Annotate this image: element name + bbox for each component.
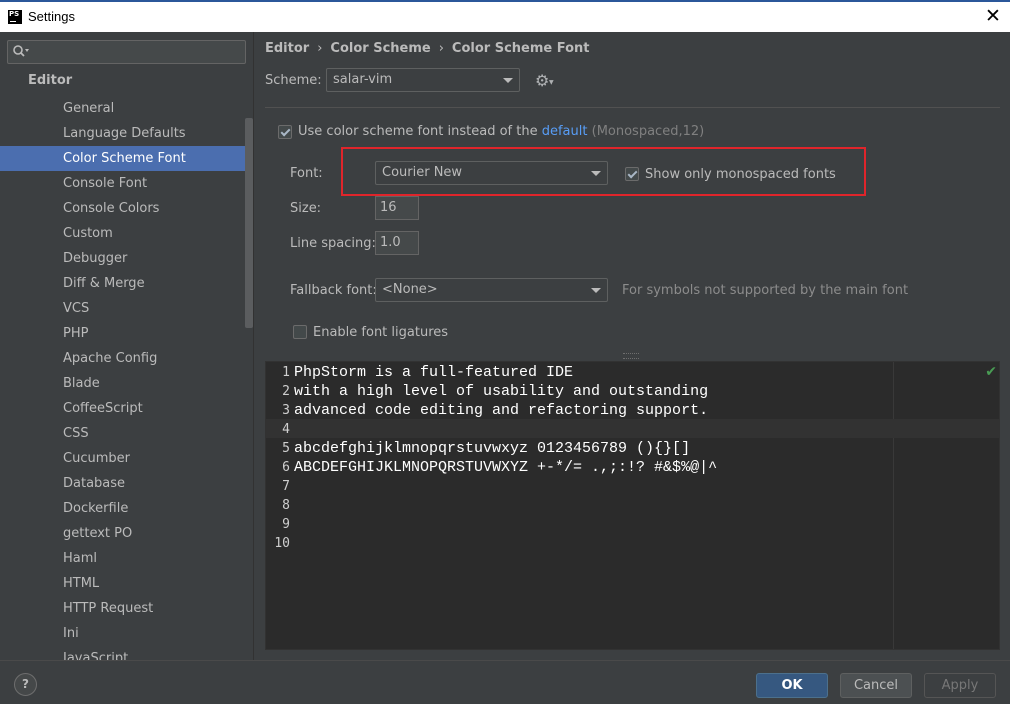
- current-line-highlight: [266, 419, 999, 438]
- code-line: 10: [266, 534, 294, 553]
- splitter-handle[interactable]: [623, 353, 639, 359]
- font-preview-editor[interactable]: ✔ 1 PhpStorm is a full-featured IDE 2 with …: [265, 361, 1000, 650]
- gear-icon[interactable]: ⚙ ▼: [535, 71, 554, 90]
- line-number: 6: [282, 460, 290, 475]
- sidebar-item-debugger[interactable]: Debugger: [0, 246, 253, 271]
- line-spacing-label: Line spacing:: [290, 236, 376, 251]
- sidebar-item-color-scheme-font[interactable]: Color Scheme Font: [0, 146, 253, 171]
- scheme-label: Scheme:: [265, 73, 322, 88]
- fallback-font-hint: For symbols not supported by the main fo…: [622, 283, 909, 298]
- phpstorm-logo-icon: PS: [8, 10, 22, 24]
- sidebar-item-html[interactable]: HTML: [0, 571, 253, 596]
- sidebar-item-general[interactable]: General: [0, 96, 253, 121]
- sidebar-item-dockerfile[interactable]: Dockerfile: [0, 496, 253, 521]
- sidebar-item-css[interactable]: CSS: [0, 421, 253, 446]
- sidebar-item-vcs[interactable]: VCS: [0, 296, 253, 321]
- annotation-highlight-box: [341, 147, 866, 196]
- search-input[interactable]: [7, 40, 246, 64]
- font-label: Font:: [290, 166, 323, 181]
- line-spacing-input[interactable]: 1.0: [375, 231, 419, 255]
- dialog-footer: ? OK Cancel Apply: [0, 660, 1010, 704]
- sidebar-item-apache-config[interactable]: Apache Config: [0, 346, 253, 371]
- settings-tree: General Language Defaults Color Scheme Fon…: [0, 96, 253, 660]
- size-input[interactable]: 16: [375, 196, 419, 220]
- sidebar-item-language-defaults[interactable]: Language Defaults: [0, 121, 253, 146]
- apply-button[interactable]: Apply: [924, 673, 996, 698]
- line-number: 7: [282, 479, 290, 494]
- sidebar-item-ini[interactable]: Ini: [0, 621, 253, 646]
- sidebar-scrollbar[interactable]: [245, 118, 253, 328]
- cancel-button[interactable]: Cancel: [840, 673, 912, 698]
- breadcrumb-item[interactable]: Editor: [265, 41, 309, 56]
- sidebar-item-database[interactable]: Database: [0, 471, 253, 496]
- size-label: Size:: [290, 201, 322, 216]
- line-number: 4: [282, 422, 290, 437]
- code-text: advanced code editing and refactoring su…: [294, 402, 709, 419]
- line-number: 9: [282, 517, 290, 532]
- sidebar-item-php[interactable]: PHP: [0, 321, 253, 346]
- sidebar-item-coffeescript[interactable]: CoffeeScript: [0, 396, 253, 421]
- line-number: 5: [282, 441, 290, 456]
- code-line: 5 abcdefghijklmnopqrstuvwxyz 0123456789 (…: [266, 439, 690, 458]
- right-margin-guide: [893, 362, 894, 649]
- code-line: 6 ABCDEFGHIJKLMNOPQRSTUVWXYZ +-*/= .,;:!?…: [266, 458, 717, 477]
- use-scheme-font-checkbox[interactable]: [278, 125, 292, 139]
- code-line: 2 with a high level of usability and outs…: [266, 382, 708, 401]
- breadcrumb-separator: ›: [438, 41, 444, 56]
- line-number: 3: [282, 403, 290, 418]
- code-line: 7: [266, 477, 294, 496]
- window-title: Settings: [28, 9, 75, 24]
- check-icon: ✔: [985, 364, 997, 380]
- sidebar-item-custom[interactable]: Custom: [0, 221, 253, 246]
- fallback-font-select[interactable]: <None>: [375, 278, 608, 302]
- ligatures-checkbox[interactable]: [293, 325, 307, 339]
- settings-sidebar: Editor General Language Defaults Color Sch…: [0, 32, 254, 660]
- sidebar-item-blade[interactable]: Blade: [0, 371, 253, 396]
- help-icon[interactable]: ?: [14, 673, 37, 696]
- breadcrumb-separator: ›: [317, 41, 323, 56]
- sidebar-item-haml[interactable]: Haml: [0, 546, 253, 571]
- breadcrumb-item-current: Color Scheme Font: [451, 41, 590, 56]
- title-bar: PS Settings ✕: [0, 0, 1010, 32]
- sidebar-item-console-font[interactable]: Console Font: [0, 171, 253, 196]
- code-line: 3 advanced code editing and refactoring s…: [266, 401, 708, 420]
- settings-content: Editor › Color Scheme › Color Scheme Font Sc…: [255, 32, 1010, 660]
- line-number: 2: [282, 384, 290, 399]
- scheme-select[interactable]: salar-vim: [326, 68, 520, 92]
- default-font-hint: (Monospaced,12): [591, 124, 705, 139]
- sidebar-item-console-colors[interactable]: Console Colors: [0, 196, 253, 221]
- divider: [265, 107, 1000, 108]
- use-scheme-font-label: Use color scheme font instead of the def…: [298, 124, 705, 139]
- fallback-font-label: Fallback font:: [290, 283, 377, 298]
- chevron-down-icon: [591, 288, 601, 293]
- line-number: 10: [274, 536, 290, 551]
- line-number: 1: [282, 365, 290, 380]
- code-line: 4: [266, 420, 294, 439]
- code-text: ABCDEFGHIJKLMNOPQRSTUVWXYZ +-*/= .,;:!? …: [294, 459, 718, 476]
- code-line: 9: [266, 515, 294, 534]
- code-text: abcdefghijklmnopqrstuvwxyz 0123456789 ()…: [294, 440, 691, 457]
- ok-button[interactable]: OK: [756, 673, 828, 698]
- fallback-font-select-value: <None>: [382, 282, 438, 297]
- sidebar-item-cucumber[interactable]: Cucumber: [0, 446, 253, 471]
- sidebar-item-javascript[interactable]: JavaScript: [0, 646, 253, 660]
- ligatures-label: Enable font ligatures: [313, 325, 449, 340]
- code-text: with a high level of usability and outst…: [294, 383, 709, 400]
- chevron-down-icon: [503, 78, 513, 83]
- breadcrumb: Editor › Color Scheme › Color Scheme Font: [265, 41, 590, 56]
- search-icon: [12, 44, 32, 60]
- close-icon[interactable]: ✕: [984, 6, 1002, 26]
- sidebar-item-http-request[interactable]: HTTP Request: [0, 596, 253, 621]
- breadcrumb-item[interactable]: Color Scheme: [330, 41, 430, 56]
- code-line: 8: [266, 496, 294, 515]
- code-text: PhpStorm is a full-featured IDE: [294, 364, 574, 381]
- sidebar-heading-editor[interactable]: Editor: [28, 73, 72, 88]
- sidebar-item-gettext-po[interactable]: gettext PO: [0, 521, 253, 546]
- sidebar-item-diff-merge[interactable]: Diff & Merge: [0, 271, 253, 296]
- line-number: 8: [282, 498, 290, 513]
- scheme-select-value: salar-vim: [333, 72, 393, 87]
- default-font-link[interactable]: default: [542, 124, 588, 139]
- code-line: 1 PhpStorm is a full-featured IDE: [266, 363, 573, 382]
